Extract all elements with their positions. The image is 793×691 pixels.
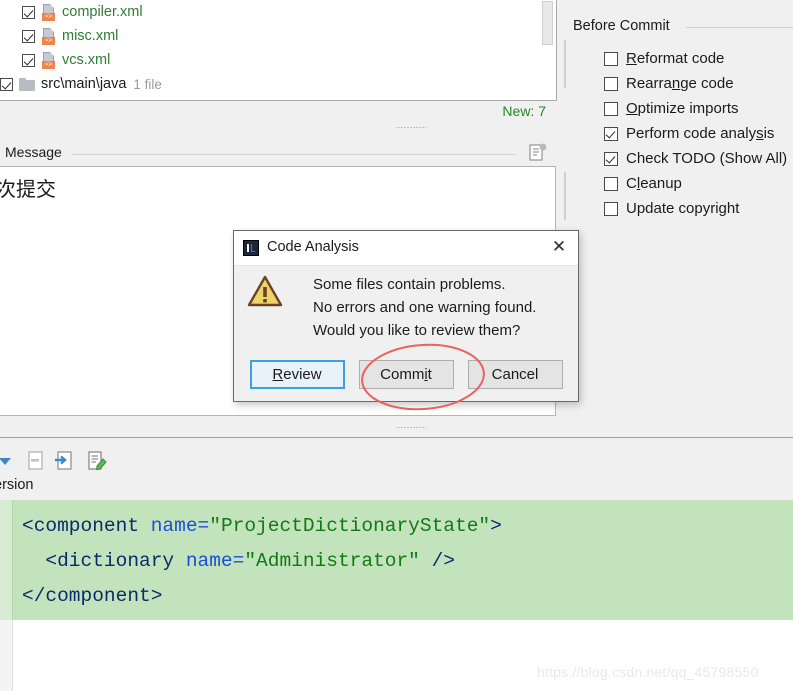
code-token: "ProjectDictionaryState" xyxy=(209,515,491,537)
watermark: https://blog.csdn.net/qq_45798550 xyxy=(537,664,759,680)
before-commit-option[interactable]: Optimize imports xyxy=(604,96,793,121)
option-checkbox[interactable] xyxy=(604,126,618,141)
before-commit-panel: Before Commit Reformat code Rearrange cod… xyxy=(566,0,793,425)
option-label: Perform code analysis xyxy=(626,125,775,142)
dialog-button-commit[interactable]: Commit xyxy=(358,360,454,389)
horizontal-splitter-grip[interactable] xyxy=(396,427,426,433)
code-token: <component xyxy=(22,515,151,537)
file-row[interactable]: <> vcs.xml xyxy=(0,48,556,72)
file-checkbox[interactable] xyxy=(22,53,35,67)
dialog-title: Code Analysis xyxy=(267,239,359,255)
option-label: Rearrange code xyxy=(626,75,734,92)
file-row[interactable]: src\main\java 1 file xyxy=(0,72,556,96)
code-token: name= xyxy=(185,550,245,572)
message-header: Message xyxy=(0,142,556,166)
commit-message-history-icon[interactable] xyxy=(528,143,548,162)
file-list-scrollbar[interactable] xyxy=(542,0,555,100)
code-token: <dictionary xyxy=(22,550,186,572)
option-label: Reformat code xyxy=(626,50,725,67)
code-token: name= xyxy=(150,515,210,537)
dialog-button-review[interactable]: Review xyxy=(249,360,345,389)
file-meta: 1 file xyxy=(133,76,162,92)
file-checkbox[interactable] xyxy=(0,77,13,91)
before-commit-option[interactable]: Reformat code xyxy=(604,46,793,71)
before-commit-option[interactable]: Update copyright xyxy=(604,196,793,221)
option-checkbox[interactable] xyxy=(604,201,618,216)
before-commit-title: Before Commit xyxy=(573,18,670,34)
close-icon[interactable]: ✕ xyxy=(550,238,568,256)
before-commit-option[interactable]: Perform code analysis xyxy=(604,121,793,146)
file-name: misc.xml xyxy=(62,28,119,44)
option-label: Optimize imports xyxy=(626,100,739,117)
version-label: ersion xyxy=(0,477,34,493)
dialog-message-line: No errors and one warning found. xyxy=(313,299,537,316)
previous-difference-icon[interactable] xyxy=(0,450,18,472)
commit-message-text: 次提交 xyxy=(0,179,56,201)
diff-toolbar: Side-by-side viewer Do not ignore Highli… xyxy=(0,438,793,484)
dialog-message-line: Some files contain problems. xyxy=(313,276,506,293)
warning-triangle-icon xyxy=(247,275,283,307)
folder-icon xyxy=(19,77,35,91)
before-commit-divider xyxy=(686,27,793,28)
file-rows-container: <> compiler.xml <> misc.xml <> vcs.xml src\mai… xyxy=(0,0,556,96)
apply-change-icon[interactable] xyxy=(86,450,108,472)
code-token: > xyxy=(490,515,502,537)
option-checkbox[interactable] xyxy=(604,151,618,166)
previous-change-icon[interactable] xyxy=(24,450,46,472)
file-name: vcs.xml xyxy=(62,52,111,68)
dialog-message-line: Would you like to review them? xyxy=(313,322,521,339)
dialog-message: Some files contain problems. No errors an… xyxy=(313,273,536,342)
file-row[interactable]: <> misc.xml xyxy=(0,24,556,48)
option-checkbox[interactable] xyxy=(604,76,618,91)
option-checkbox[interactable] xyxy=(604,176,618,191)
file-row[interactable]: <> compiler.xml xyxy=(0,0,556,24)
diff-empty-area xyxy=(0,620,793,691)
diff-code-lines: <component name="ProjectDictionaryState"… xyxy=(22,509,502,614)
before-commit-option[interactable]: Cleanup xyxy=(604,171,793,196)
code-line: <dictionary name="Administrator" /> xyxy=(22,544,502,579)
xml-file-icon: <> xyxy=(41,51,57,69)
screenshot-root: <> compiler.xml <> misc.xml <> vcs.xml src\mai… xyxy=(0,0,793,691)
changed-files-list[interactable]: <> compiler.xml <> misc.xml <> vcs.xml src\mai… xyxy=(0,0,557,101)
code-line: </component> xyxy=(22,579,502,614)
message-label: Message xyxy=(5,144,62,160)
intellij-idea-icon xyxy=(243,240,259,256)
dialog-title-bar: Code Analysis ✕ xyxy=(234,231,578,266)
file-name: compiler.xml xyxy=(62,4,143,20)
code-token: "Administrator" xyxy=(244,550,420,572)
file-list-scroll-thumb[interactable] xyxy=(542,1,553,45)
new-files-count: New: 7 xyxy=(502,103,546,119)
before-commit-option[interactable]: Rearrange code xyxy=(604,71,793,96)
file-checkbox[interactable] xyxy=(22,29,35,43)
code-analysis-dialog: Code Analysis ✕ Some files contain probl… xyxy=(233,230,579,402)
message-divider xyxy=(72,154,516,155)
option-label: Cleanup xyxy=(626,175,682,192)
option-label: Check TODO (Show All) xyxy=(626,150,788,167)
before-commit-option[interactable]: Check TODO (Show All) xyxy=(604,146,793,171)
code-line: <component name="ProjectDictionaryState"… xyxy=(22,509,502,544)
code-token: </component> xyxy=(22,585,163,607)
dialog-buttons: Review Commit Cancel xyxy=(234,360,578,389)
diff-code-pane[interactable]: <component name="ProjectDictionaryState"… xyxy=(0,500,793,620)
dialog-button-cancel[interactable]: Cancel xyxy=(467,360,563,389)
option-label: Update copyright xyxy=(626,200,740,217)
file-name: src\main\java xyxy=(41,76,127,92)
option-checkbox[interactable] xyxy=(604,101,618,116)
diff-gutter xyxy=(0,500,13,620)
diff-gutter-empty xyxy=(0,620,13,691)
new-count-strip: New: 7 xyxy=(0,101,556,123)
file-checkbox[interactable] xyxy=(22,5,35,19)
xml-file-icon: <> xyxy=(41,27,57,45)
code-token: /> xyxy=(419,550,455,572)
xml-file-icon: <> xyxy=(41,3,57,21)
vertical-splitter-grip[interactable] xyxy=(396,127,426,133)
before-commit-options: Reformat code Rearrange code Optimize impo… xyxy=(604,46,793,221)
next-change-icon[interactable] xyxy=(53,450,75,472)
option-checkbox[interactable] xyxy=(604,51,618,66)
